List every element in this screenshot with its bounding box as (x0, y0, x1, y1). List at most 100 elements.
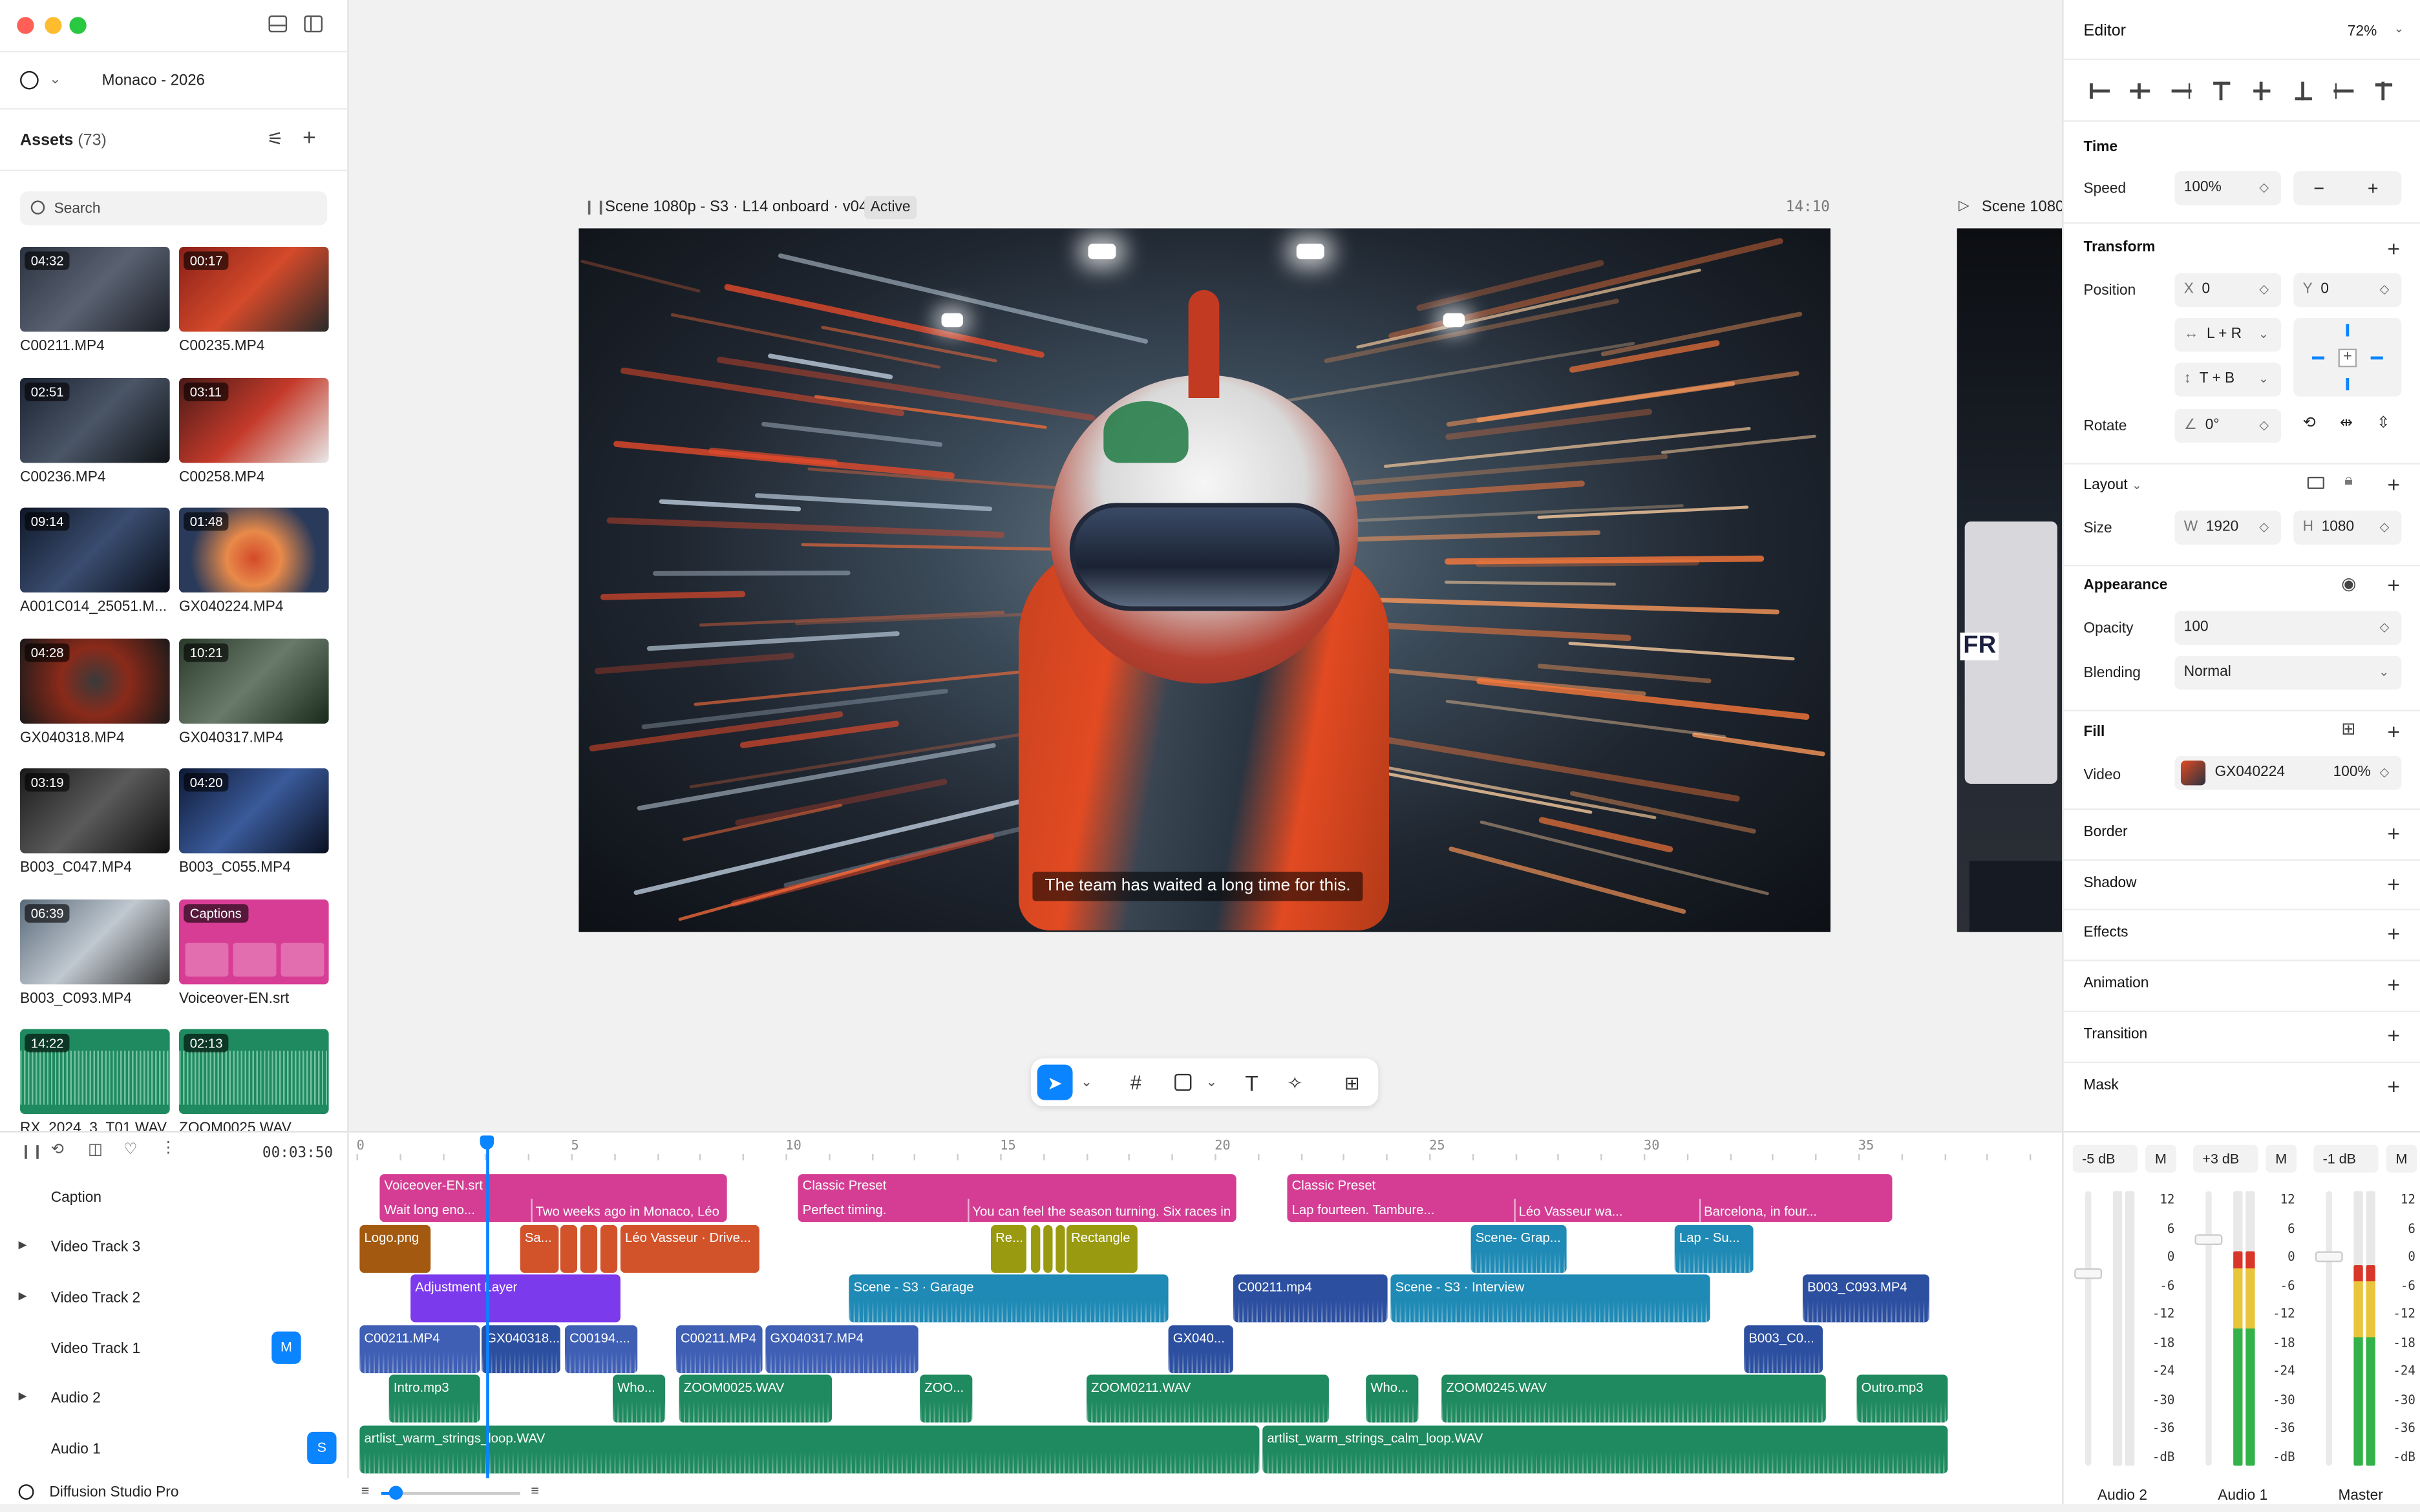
timeline-clip[interactable]: artlist_warm_strings_calm_loop.WAV (1262, 1425, 1948, 1474)
fader-knob[interactable] (2074, 1268, 2103, 1279)
split-icon[interactable]: ◫ (88, 1142, 103, 1159)
add-border-icon[interactable]: + (2387, 823, 2400, 844)
timeline-clip[interactable]: C00211.MP4 (675, 1325, 763, 1374)
section-effects[interactable]: Effects (2084, 925, 2128, 941)
position-y-field[interactable]: Y 0 ◇ (2293, 273, 2402, 308)
zoom-in-icon[interactable]: ≡ (531, 1483, 539, 1498)
asset-thumbnail[interactable]: 09:14 (20, 507, 170, 593)
timeline-clip[interactable]: Léo Vasseur · Drive... (620, 1224, 759, 1273)
zoom-out-icon[interactable]: ≡ (361, 1483, 370, 1498)
pause-icon[interactable]: ❙❙ (584, 199, 607, 216)
asset-thumbnail[interactable]: 00:17 (178, 247, 329, 332)
mute-badge[interactable]: M (271, 1331, 301, 1364)
fader-knob[interactable] (2315, 1251, 2343, 1263)
timeline-clip[interactable]: C00211.MP4 (359, 1325, 480, 1374)
zoom-level[interactable]: 72% (2348, 23, 2377, 40)
text-tool-icon[interactable]: T (1238, 1065, 1266, 1100)
select-tool-icon[interactable]: ➤ (1037, 1064, 1073, 1100)
timeline-clip[interactable]: C00194.... (564, 1325, 638, 1374)
timeline-clip[interactable]: GX040318... (481, 1325, 560, 1374)
chevron-down-icon[interactable]: ⌄ (49, 71, 61, 88)
filter-icon[interactable]: ⚟ (267, 128, 284, 149)
timeline-clip[interactable]: ZOO... (920, 1374, 973, 1423)
align-center-v-icon[interactable] (2252, 81, 2272, 101)
add-fill-icon[interactable]: + (2387, 720, 2400, 742)
caption-segment[interactable]: Two weeks ago in Monaco, Léo (531, 1199, 727, 1222)
add-shadow-icon[interactable]: + (2387, 873, 2400, 894)
timeline-clip[interactable]: ZOOM0025.WAV (679, 1374, 833, 1423)
track-name[interactable]: Video Track 1 (51, 1341, 140, 1358)
caption-segment[interactable]: Léo Vasseur wa... (1514, 1199, 1684, 1222)
section-animation[interactable]: Animation (2084, 975, 2149, 992)
chevron-down-icon[interactable]: ⌄ (2393, 21, 2404, 35)
components-tool-icon[interactable]: ⊞ (1338, 1065, 1366, 1100)
play-icon[interactable]: ▷ (1958, 198, 1969, 215)
add-appearance-icon[interactable]: + (2387, 574, 2400, 595)
timeline-clip[interactable]: artlist_warm_strings_loop.WAV (359, 1425, 1260, 1474)
timeline-clip[interactable]: Intro.mp3 (388, 1374, 480, 1423)
frame-icon[interactable] (2307, 476, 2325, 489)
caption-segment[interactable]: Barcelona, in four... (1699, 1199, 1892, 1222)
asset-thumbnail[interactable]: 06:39 (20, 898, 170, 984)
horizontal-constraint-select[interactable]: ↔ L + R ⌄ (2174, 317, 2282, 352)
asset-thumbnail[interactable]: Captions (178, 898, 329, 984)
asset-thumbnail[interactable]: 04:20 (178, 768, 329, 854)
add-mask-icon[interactable]: + (2387, 1075, 2400, 1096)
asset-thumbnail[interactable]: 04:28 (20, 638, 170, 723)
timeline-clip[interactable]: Logo.png (359, 1224, 431, 1273)
channel-gain-field[interactable]: +3 dB (2193, 1144, 2258, 1173)
timeline-clip[interactable] (560, 1224, 578, 1273)
track-name[interactable]: Audio 2 (51, 1390, 101, 1407)
fader-track[interactable] (2326, 1191, 2332, 1466)
timeline-clip[interactable] (600, 1224, 618, 1273)
vertical-constraint-select[interactable]: ↕ T + B ⌄ (2174, 362, 2282, 397)
channel-gain-field[interactable]: -5 dB (2072, 1144, 2138, 1173)
speed-field[interactable]: 100% ◇ (2174, 171, 2282, 205)
pause-icon[interactable]: ❙❙ (20, 1143, 43, 1160)
channel-mute-button[interactable]: M (2266, 1144, 2297, 1173)
timeline-clip[interactable]: C00211.mp4 (1233, 1274, 1388, 1323)
next-scene-preview[interactable]: FR (1957, 228, 2063, 932)
asset-thumbnail[interactable]: 02:51 (20, 377, 170, 463)
minimize-window-button[interactable] (45, 17, 62, 34)
more-icon[interactable]: ⋮ (160, 1140, 176, 1157)
decrement-icon[interactable]: − (2313, 171, 2324, 205)
timeline-clip[interactable]: Scene - S3 · Interview (1390, 1274, 1710, 1323)
add-effects-icon[interactable]: + (2387, 923, 2400, 945)
asset-thumbnail[interactable]: 01:48 (178, 507, 329, 593)
playhead[interactable] (486, 1141, 489, 1478)
timeline-clip[interactable]: GX040... (1168, 1325, 1233, 1374)
height-field[interactable]: H 1080 ◇ (2293, 510, 2402, 545)
timeline-clip[interactable]: B003_C093.MP4 (1802, 1274, 1929, 1323)
align-bottom-icon[interactable] (2293, 81, 2313, 101)
asset-thumbnail[interactable]: 03:19 (20, 768, 170, 854)
opacity-field[interactable]: 100 ◇ (2174, 611, 2402, 646)
asset-thumbnail[interactable]: 02:13 (178, 1029, 329, 1114)
timeline-clip[interactable]: ZOOM0211.WAV (1087, 1374, 1329, 1423)
speed-stepper[interactable]: − + (2293, 171, 2402, 205)
asset-thumbnail[interactable]: 14:22 (20, 1029, 170, 1114)
zoom-window-button[interactable] (69, 17, 87, 34)
align-center-h-icon[interactable] (2130, 82, 2150, 101)
close-window-button[interactable] (17, 17, 34, 34)
fader-track[interactable] (2205, 1191, 2212, 1466)
timeline-clip[interactable]: Who... (612, 1374, 666, 1423)
timeline-clip[interactable]: Lap - Su... (1674, 1224, 1754, 1273)
timeline-clip[interactable] (1056, 1224, 1065, 1273)
align-top-icon[interactable] (2211, 81, 2231, 101)
flip-vertical-icon[interactable]: ⇳ (2377, 415, 2390, 432)
timeline-clip[interactable]: Re... (990, 1224, 1026, 1273)
search-input[interactable]: Search (20, 191, 328, 226)
channel-gain-field[interactable]: -1 dB (2313, 1144, 2379, 1173)
timeline-clip[interactable]: Outro.mp3 (1856, 1374, 1948, 1423)
section-border[interactable]: Border (2084, 824, 2128, 841)
solo-badge[interactable]: S (307, 1431, 337, 1465)
channel-mute-button[interactable]: M (2145, 1144, 2176, 1173)
fill-grid-icon[interactable]: ⊞ (2341, 719, 2355, 739)
timeline-clip[interactable]: GX040317.MP4 (765, 1325, 918, 1374)
playhead-handle[interactable] (480, 1135, 494, 1150)
add-animation-icon[interactable]: + (2387, 974, 2400, 995)
timeline-clip[interactable] (1043, 1224, 1053, 1273)
add-transition-icon[interactable]: + (2387, 1024, 2400, 1045)
fader-knob[interactable] (2194, 1234, 2223, 1245)
